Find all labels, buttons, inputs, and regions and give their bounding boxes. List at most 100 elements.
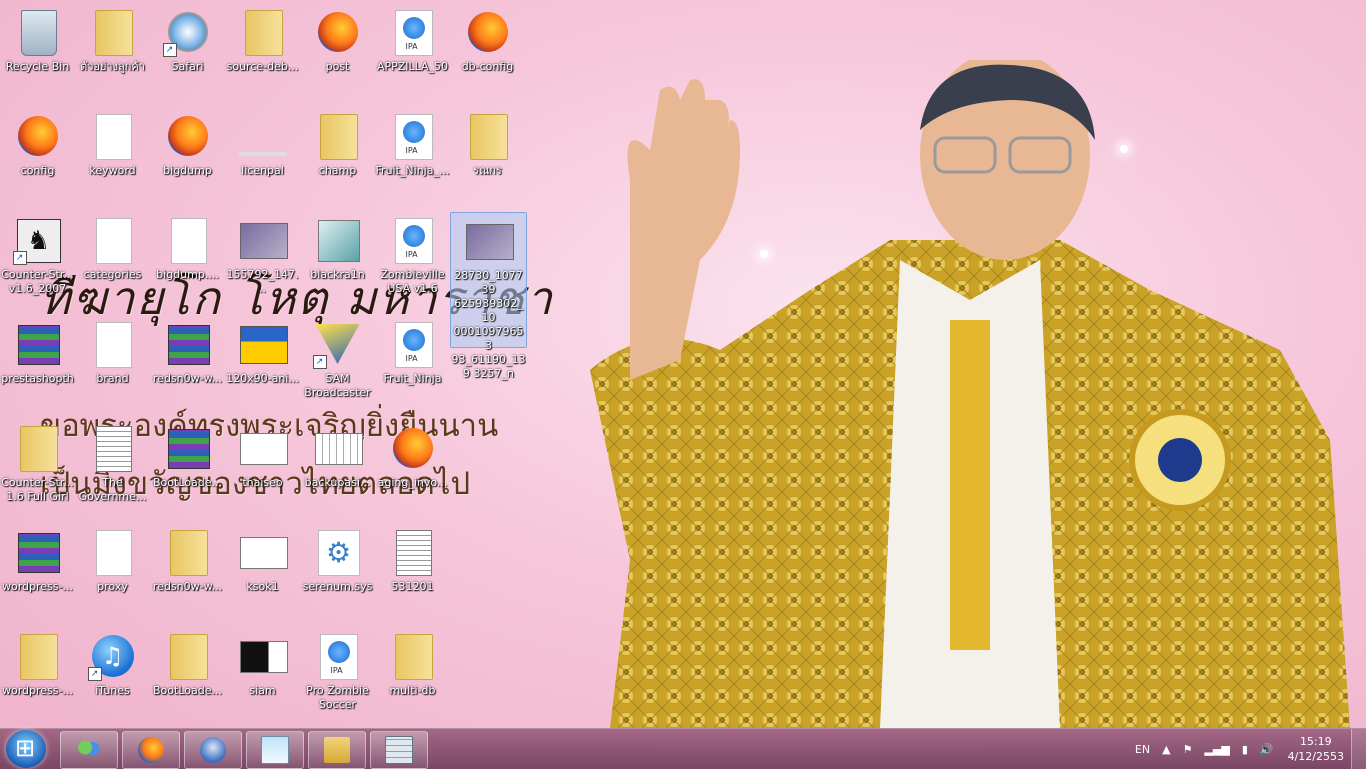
desktop-icon-folder[interactable]: multi-db	[375, 628, 450, 728]
desktop-icon-archive[interactable]: redsn0w-w...	[150, 316, 225, 416]
desktop-icon-folder[interactable]: redsn0w-w...	[150, 524, 225, 624]
desktop-icon-file[interactable]: licenpal	[225, 108, 300, 208]
icon-label: categories	[84, 268, 142, 282]
icon-label: BootLoade...	[153, 476, 222, 490]
desktop-icon-folder[interactable]: wordpress-...	[0, 628, 75, 728]
desktop-icon-table-file[interactable]: backupasi...	[300, 420, 375, 520]
clock[interactable]: 15:19 4/12/2553	[1288, 734, 1344, 764]
show-desktop-button[interactable]	[1351, 729, 1366, 769]
document-icon	[96, 218, 132, 264]
desktop-icon-recycle-bin[interactable]: Recycle Bin	[0, 4, 75, 104]
taskbar-explorer-button[interactable]	[308, 731, 366, 769]
taskbar-calculator-button[interactable]	[370, 731, 428, 769]
action-center-flag-icon[interactable]: ⚑	[1183, 743, 1193, 756]
taskbar-firefox-button[interactable]	[122, 731, 180, 769]
folder-icon	[170, 634, 208, 680]
winrar-icon	[168, 325, 210, 365]
desktop-icon-document[interactable]: keyword	[75, 108, 150, 208]
desktop-icon-ipa[interactable]: APPZILLA_50	[375, 4, 450, 104]
document-icon	[171, 218, 207, 264]
start-button[interactable]	[6, 730, 46, 768]
icon-label: backupasi...	[305, 476, 371, 490]
desktop-icon-folder[interactable]: รณกร	[450, 108, 525, 208]
desktop-icon-html-file[interactable]: aging_invo...	[375, 420, 450, 520]
desktop-icon-table-file[interactable]: 531201	[375, 524, 450, 624]
icon-label: 531201	[392, 580, 434, 594]
desktop-icon-document[interactable]: brand	[75, 316, 150, 416]
firefox-icon	[393, 428, 433, 468]
desktop-icon-window-file[interactable]: thaiseo	[225, 420, 300, 520]
file-icon	[239, 152, 287, 156]
taskbar-thunderbird-button[interactable]	[184, 731, 242, 769]
desktop-icon-html-file[interactable]: post	[300, 4, 375, 104]
desktop-icon-program[interactable]: blackra1n	[300, 212, 375, 312]
taskbar-messenger-button[interactable]	[60, 731, 118, 769]
folder-icon	[395, 634, 433, 680]
winrar-icon	[18, 533, 60, 573]
shortcut-arrow-icon: ↗	[88, 667, 102, 681]
icon-label: redsn0w-w...	[153, 580, 222, 594]
show-hidden-icons-chevron-up-icon[interactable]: ▲	[1162, 743, 1170, 756]
desktop-icon-ipa[interactable]: Zombieville USA v1.6	[375, 212, 450, 312]
desktop-icon-archive[interactable]: BootLoade...	[150, 420, 225, 520]
taskbar-notepad-button[interactable]	[246, 731, 304, 769]
desktop-icon-folder[interactable]: champ	[300, 108, 375, 208]
desktop-icon-image-selected[interactable]: 28730_107739 625939302_10 00010979653 93…	[450, 212, 527, 348]
icon-label: champ	[319, 164, 356, 178]
desktop-icon-safari[interactable]: ↗ Safari	[150, 4, 225, 104]
clock-time: 15:19	[1288, 734, 1344, 749]
volume-icon[interactable]: 🔊	[1260, 743, 1274, 756]
recycle-bin-icon	[21, 10, 57, 56]
desktop-icon-html-file[interactable]: bigdump	[150, 108, 225, 208]
firefox-icon	[468, 12, 508, 52]
icon-label: BootLoade...	[153, 684, 222, 698]
desktop-icon-ipa[interactable]: Fruit_Ninja	[375, 316, 450, 416]
desktop-icon-html-file[interactable]: config	[0, 108, 75, 208]
desktop-icon-sam-broadcaster[interactable]: ↗ SAM Broadcaster	[300, 316, 375, 416]
icon-label: Counter-Str... v1.6_2007	[0, 268, 75, 296]
desktop-icon-html-file[interactable]: db-config	[450, 4, 525, 104]
desktop-icon-ipa[interactable]: Pro Zombie Soccer	[300, 628, 375, 728]
desktop-icon-document[interactable]: categories	[75, 212, 150, 312]
desktop-icon-window-file[interactable]: siam	[225, 628, 300, 728]
desktop-icon-folder[interactable]: Counter-Str... 1.6 Full Girl	[0, 420, 75, 520]
icon-label: aging_invo...	[378, 476, 448, 490]
power-icon[interactable]: ▮	[1242, 743, 1248, 756]
window-icon	[240, 433, 288, 465]
icon-label: licenpal	[241, 164, 284, 178]
desktop-icon-archive[interactable]: prestashopth	[0, 316, 75, 416]
program-icon	[318, 220, 360, 262]
desktop-icon-document[interactable]: proxy	[75, 524, 150, 624]
notepad-icon	[261, 736, 289, 764]
desktop-icon-document[interactable]: bigdump....	[150, 212, 225, 312]
desktop-icon-image[interactable]: 120x90-ani...	[225, 316, 300, 416]
clock-date: 4/12/2553	[1288, 749, 1344, 764]
image-icon	[466, 224, 514, 260]
language-indicator[interactable]: EN	[1135, 743, 1150, 756]
icon-label: config	[21, 164, 55, 178]
desktop-icon-itunes[interactable]: ♫↗ iTunes	[75, 628, 150, 728]
desktop-icon-folder[interactable]: ตัวอย่างลูกค้า	[75, 4, 150, 104]
desktop-icon-folder[interactable]: source-deb...	[225, 4, 300, 104]
desktop-icon-archive[interactable]: wordpress-...	[0, 524, 75, 624]
desktop-icon-system-file[interactable]: serenum.sys	[300, 524, 375, 624]
desktop-icon-folder[interactable]: BootLoade...	[150, 628, 225, 728]
icon-label: bigdump	[163, 164, 212, 178]
icon-label: bigdump....	[156, 268, 219, 282]
desktop-icon-window-file[interactable]: ksok1	[225, 524, 300, 624]
icon-label: post	[326, 60, 350, 74]
ipa-icon	[395, 218, 433, 264]
icon-label: brand	[96, 372, 128, 386]
table-icon	[396, 530, 432, 576]
winrar-icon	[168, 429, 210, 469]
desktop-icon-ipa[interactable]: Fruit_Ninja_...	[375, 108, 450, 208]
icon-label: blackra1n	[310, 268, 364, 282]
firefox-icon	[168, 116, 208, 156]
desktop-icon-counter-strike[interactable]: ♞↗ Counter-Str... v1.6_2007	[0, 212, 75, 312]
desktop-icon-image[interactable]: 155792_147...	[225, 212, 300, 312]
network-signal-icon[interactable]: ▂▄▆	[1204, 743, 1229, 756]
icon-label: wordpress-...	[2, 684, 73, 698]
icon-label: serenum.sys	[303, 580, 373, 594]
desktop-icon-document[interactable]: The Governme...	[75, 420, 150, 520]
ipa-icon	[395, 322, 433, 368]
